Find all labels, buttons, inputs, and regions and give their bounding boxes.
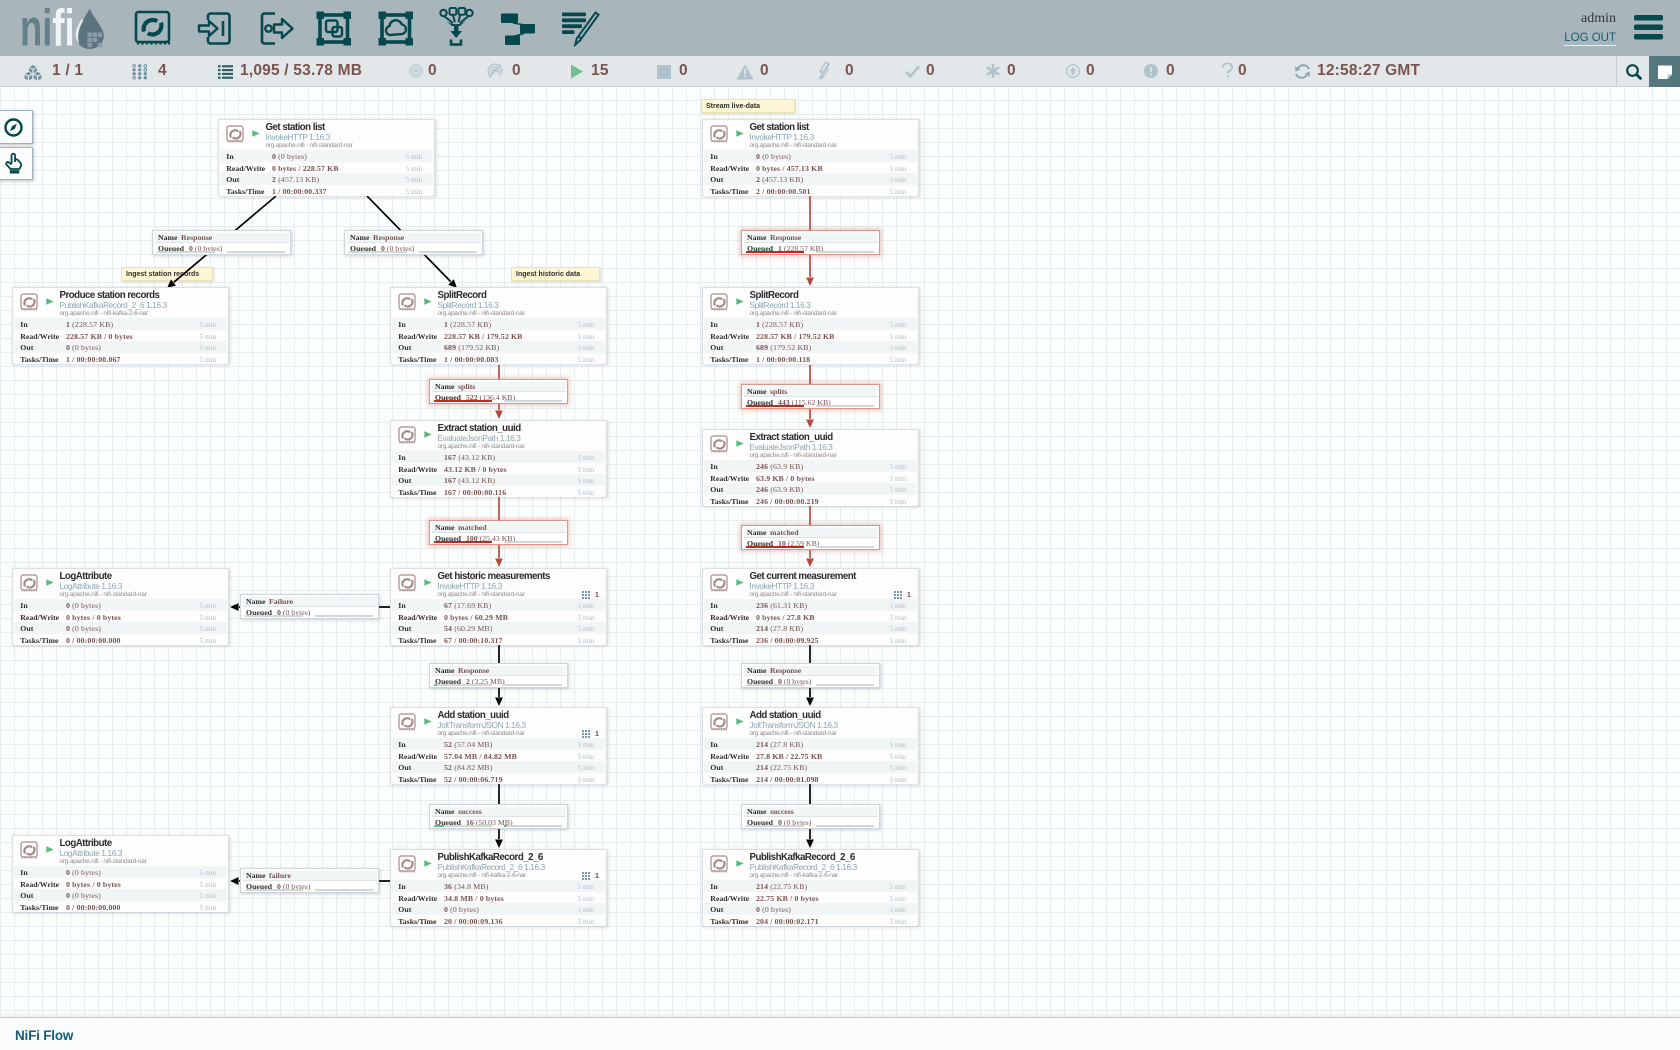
svg-text:fi: fi bbox=[52, 7, 74, 51]
svg-text:ni: ni bbox=[20, 7, 52, 51]
